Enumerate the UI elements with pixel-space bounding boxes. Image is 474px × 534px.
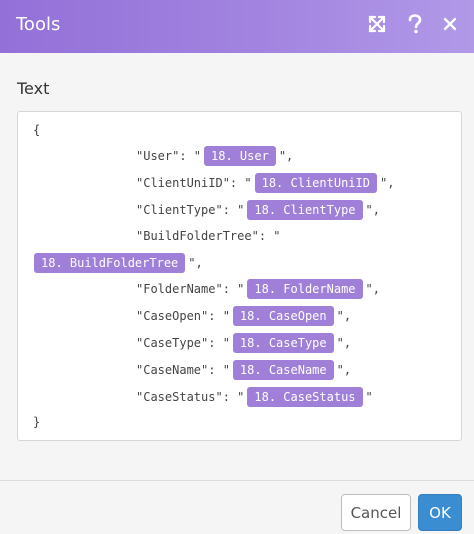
- text-editor[interactable]: { "User": " 18. User ", "ClientUniID": "…: [17, 111, 462, 441]
- editor-line: "ClientType": " 18. ClientType ",: [136, 199, 380, 221]
- json-key: "ClientType": ": [136, 203, 245, 217]
- editor-line: "BuildFolderTree": ": [136, 225, 281, 247]
- json-suffix: ",: [365, 282, 380, 296]
- editor-line: "FolderName": " 18. FolderName ",: [136, 278, 380, 300]
- json-suffix: ",: [379, 176, 395, 190]
- editor-line-wrap: 18. BuildFolderTree ",: [34, 252, 203, 274]
- mapped-value-pill[interactable]: 18. ClientType: [247, 200, 363, 220]
- mapped-value-pill[interactable]: 18. FolderName: [247, 279, 363, 299]
- dialog-title: Tools: [16, 14, 61, 35]
- footer-divider: [0, 480, 474, 481]
- editor-line: "User": " 18. User ",: [136, 145, 293, 167]
- json-suffix: ",: [278, 149, 294, 163]
- json-key: "CaseStatus": ": [136, 390, 245, 404]
- json-suffix: ",: [336, 336, 352, 350]
- mapped-value-pill[interactable]: 18. User: [204, 146, 276, 166]
- ok-button[interactable]: OK: [418, 494, 462, 531]
- mapped-value-pill[interactable]: 18. ClientUniID: [254, 173, 377, 193]
- json-key: "ClientUniID": ": [136, 176, 252, 190]
- json-suffix: ",: [336, 363, 352, 377]
- tools-dialog: Tools Text {"User": " 18. User ", "Clie…: [0, 0, 474, 534]
- json-suffix: ",: [336, 309, 352, 323]
- editor-line: "CaseStatus": " 18. CaseStatus ": [136, 386, 373, 408]
- close-brace: }: [33, 415, 41, 429]
- mapped-value-pill[interactable]: 18. CaseName: [232, 360, 334, 380]
- cancel-button[interactable]: Cancel: [341, 494, 411, 531]
- json-key: "User": ": [136, 149, 202, 163]
- editor-line: "CaseName": " 18. CaseName ",: [136, 359, 351, 381]
- editor-line: "CaseType": " 18. CaseType ",: [136, 332, 351, 354]
- open-brace: {: [33, 123, 41, 137]
- json-suffix: ": [365, 390, 373, 404]
- json-key: "FolderName": ": [136, 282, 245, 296]
- mapped-value-pill[interactable]: 18. BuildFolderTree: [34, 253, 186, 273]
- close-icon[interactable]: [437, 11, 463, 37]
- mapped-value-pill[interactable]: 18. CaseType: [232, 333, 334, 353]
- mapped-value-pill[interactable]: 18. CaseStatus: [247, 387, 363, 407]
- json-key: "CaseType": ": [136, 336, 230, 350]
- json-key: "BuildFolderTree": ": [136, 229, 281, 243]
- help-icon[interactable]: [402, 11, 428, 37]
- json-key: "CaseName": ": [136, 363, 230, 377]
- editor-line: "ClientUniID": " 18. ClientUniID ",: [136, 172, 394, 194]
- editor-line: "CaseOpen": " 18. CaseOpen ",: [136, 305, 351, 327]
- json-suffix: ",: [365, 203, 380, 217]
- text-field-label: Text: [17, 79, 50, 98]
- json-key: "CaseOpen": ": [136, 309, 230, 323]
- mapped-value-pill[interactable]: 18. CaseOpen: [232, 306, 334, 326]
- json-suffix: ",: [188, 256, 203, 270]
- expand-icon[interactable]: [364, 11, 390, 37]
- dialog-header: Tools: [0, 0, 474, 53]
